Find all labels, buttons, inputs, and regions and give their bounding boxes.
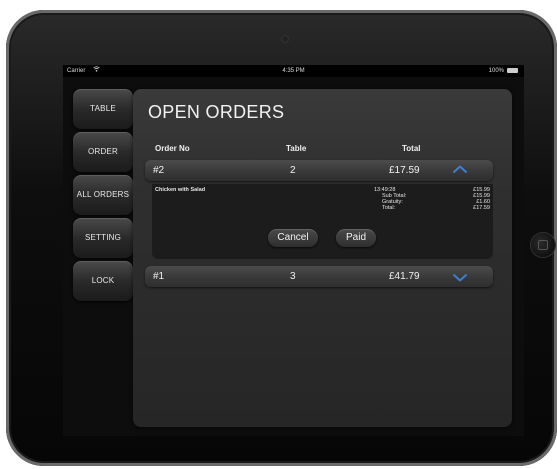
battery-icon [507, 68, 518, 73]
ipad-frame: Carrier 4:35 PM 100% TABLE ORDER ALL ORD… [6, 10, 557, 466]
screen: Carrier 4:35 PM 100% TABLE ORDER ALL ORD… [63, 65, 524, 436]
chevron-up-icon[interactable] [450, 160, 470, 181]
cancel-button[interactable]: Cancel [268, 229, 318, 247]
sidebar-item-order[interactable]: ORDER [73, 132, 133, 172]
camera [282, 36, 288, 42]
column-header-table: Table [286, 144, 307, 153]
paid-button[interactable]: Paid [336, 229, 376, 247]
order-row[interactable]: #1 3 £41.79 [145, 266, 493, 287]
battery-percent: 100% [488, 68, 504, 74]
column-header-order-no: Order No [155, 144, 190, 153]
column-header-total: Total [402, 144, 421, 153]
total-label: Total: [382, 205, 396, 211]
item-name: Chicken with Salad [155, 187, 206, 193]
status-time: 4:35 PM [282, 68, 305, 74]
open-orders-panel: OPEN ORDERS Order No Table Total #2 2 £1… [133, 89, 512, 427]
page-title: OPEN ORDERS [148, 102, 285, 122]
status-bar: Carrier 4:35 PM 100% [63, 65, 524, 77]
order-table: 3 [290, 271, 296, 282]
sidebar-item-table[interactable]: TABLE [73, 89, 133, 129]
battery-fill [508, 69, 517, 72]
total-value: £17.59 [473, 205, 490, 211]
order-number: #1 [153, 271, 165, 282]
order-table: 2 [290, 165, 296, 176]
order-total: £17.59 [389, 165, 420, 176]
sidebar-item-setting[interactable]: SETTING [73, 218, 133, 258]
order-number: #2 [153, 165, 165, 176]
sidebar-item-lock[interactable]: LOCK [73, 261, 133, 301]
home-button[interactable] [531, 233, 555, 257]
chevron-down-icon[interactable] [450, 266, 470, 287]
order-detail: Chicken with Salad 13:49:28 £15.99 Sub T… [152, 184, 493, 259]
order-row[interactable]: #2 2 £17.59 [145, 160, 493, 181]
order-total: £41.79 [389, 271, 420, 282]
sidebar-item-all-orders[interactable]: ALL ORDERS [73, 175, 133, 215]
